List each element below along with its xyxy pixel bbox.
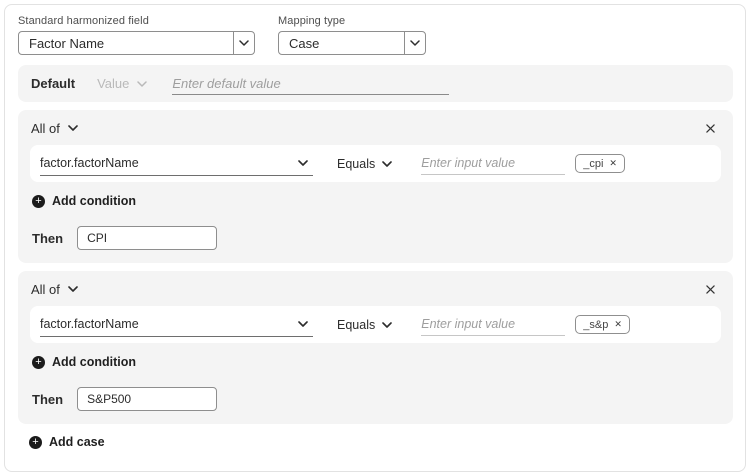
standard-field-value: Factor Name (19, 36, 233, 51)
operator-value: Equals (337, 318, 375, 332)
default-type-select[interactable]: Value (97, 76, 147, 91)
condition-value-input[interactable] (421, 314, 565, 336)
add-condition-button[interactable]: + Add condition (32, 194, 136, 208)
chevron-down-icon (137, 81, 147, 87)
chevron-down-icon (382, 161, 392, 167)
mapping-type-value: Case (279, 36, 404, 51)
match-type-value: All of (31, 282, 60, 297)
case-header: All of (30, 116, 721, 140)
add-condition-button[interactable]: + Add condition (32, 355, 136, 369)
add-case-label: Add case (49, 435, 105, 449)
value-tag-label: _cpi (583, 158, 603, 170)
standard-field-label: Standard harmonized field (18, 15, 255, 27)
default-row: Default Value (18, 65, 733, 102)
chevron-down-icon (298, 321, 308, 327)
standard-field-group: Standard harmonized field Factor Name (18, 15, 255, 55)
close-icon (706, 124, 715, 133)
chevron-down-icon (68, 286, 78, 292)
mapping-type-label: Mapping type (278, 15, 426, 27)
condition-field-select[interactable]: factor.factorName (40, 313, 313, 337)
then-row: Then (32, 387, 721, 411)
chevron-down-icon (233, 32, 254, 54)
then-row: Then (32, 226, 721, 250)
condition-row: factor.factorName Equals _s&p ✕ (30, 306, 721, 343)
value-tag[interactable]: _cpi ✕ (575, 154, 625, 173)
match-type-select[interactable]: All of (31, 121, 78, 136)
add-condition-label: Add condition (52, 355, 136, 369)
chevron-down-icon (382, 322, 392, 328)
condition-field-value: factor.factorName (40, 156, 139, 170)
condition-value-input[interactable] (421, 153, 565, 175)
add-condition-label: Add condition (52, 194, 136, 208)
operator-select[interactable]: Equals (337, 157, 392, 171)
default-value-input[interactable] (172, 73, 449, 95)
plus-circle-icon: + (32, 356, 45, 369)
case-header: All of (30, 277, 721, 301)
remove-case-button[interactable] (704, 283, 717, 296)
match-type-value: All of (31, 121, 60, 136)
value-tag[interactable]: _s&p ✕ (575, 315, 630, 334)
condition-field-value: factor.factorName (40, 317, 139, 331)
plus-circle-icon: + (32, 195, 45, 208)
mapping-rule-panel: Standard harmonized field Factor Name Ma… (4, 4, 746, 472)
condition-field-select[interactable]: factor.factorName (40, 152, 313, 176)
case-block: All of factor.factorName Equals _cpi ✕ (18, 110, 733, 263)
remove-tag-icon[interactable]: ✕ (609, 159, 617, 168)
mapping-type-group: Mapping type Case (278, 15, 426, 55)
chevron-down-icon (298, 160, 308, 166)
operator-value: Equals (337, 157, 375, 171)
operator-select[interactable]: Equals (337, 318, 392, 332)
standard-field-select[interactable]: Factor Name (18, 31, 255, 55)
mapping-type-select[interactable]: Case (278, 31, 426, 55)
plus-circle-icon: + (29, 436, 42, 449)
then-label: Then (32, 231, 63, 246)
default-type-value: Value (97, 76, 129, 91)
header-row: Standard harmonized field Factor Name Ma… (18, 15, 733, 55)
then-value-input[interactable] (77, 387, 217, 411)
match-type-select[interactable]: All of (31, 282, 78, 297)
remove-case-button[interactable] (704, 122, 717, 135)
then-value-input[interactable] (77, 226, 217, 250)
default-label: Default (31, 76, 75, 91)
value-tag-label: _s&p (583, 319, 608, 331)
chevron-down-icon (68, 125, 78, 131)
close-icon (706, 285, 715, 294)
case-block: All of factor.factorName Equals _s&p ✕ (18, 271, 733, 424)
condition-row: factor.factorName Equals _cpi ✕ (30, 145, 721, 182)
remove-tag-icon[interactable]: ✕ (614, 320, 622, 329)
add-case-button[interactable]: + Add case (29, 435, 105, 449)
then-label: Then (32, 392, 63, 407)
chevron-down-icon (404, 32, 425, 54)
